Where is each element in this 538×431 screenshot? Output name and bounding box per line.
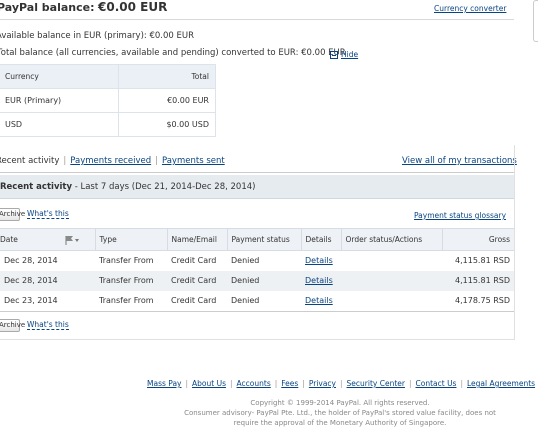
tx-type: Transfer From	[99, 296, 154, 305]
footer-link-about-us[interactable]: About Us	[192, 379, 226, 388]
tx-actions	[341, 270, 442, 291]
balance-label: PayPal balance:	[0, 1, 95, 14]
column-header-gross: Gross	[442, 228, 514, 251]
currency-total: $0.00 USD	[118, 112, 216, 137]
recent-activity-title: Recent activity	[0, 182, 72, 192]
recent-activity-bar: Recent activity - Last 7 days (Dec 21, 2…	[0, 175, 514, 199]
footer-link-mass-pay[interactable]: Mass Pay	[147, 379, 182, 388]
column-header-order-status: Order status/Actions	[341, 228, 443, 251]
available-balance: Available balance in EUR (primary): €0.0…	[0, 31, 194, 41]
column-header-type: Type	[95, 228, 168, 251]
tx-type: Transfer From	[99, 256, 154, 266]
table-row: EUR (Primary) €0.00 EUR	[0, 88, 216, 113]
transactions-table-header: Date Type Name/Email Payment status Deta…	[0, 228, 514, 251]
balance-amount: €0.00 EUR	[98, 0, 168, 14]
divider	[0, 172, 514, 173]
payment-status-glossary-link[interactable]: Payment status glossary	[414, 211, 506, 220]
tx-details-link[interactable]: Details	[305, 296, 333, 305]
archive-button[interactable]: Archive	[0, 208, 25, 221]
column-header-name: Name/Email	[167, 228, 228, 251]
column-header-payment-status: Payment status	[227, 228, 302, 251]
side-panel-edge	[533, 0, 538, 42]
whats-this-link-bottom[interactable]: What's this	[27, 320, 69, 330]
minus-box-icon	[330, 50, 338, 59]
column-header-details: Details	[301, 228, 342, 251]
tab-payments-received[interactable]: Payments received	[70, 156, 151, 166]
footer-link-accounts[interactable]: Accounts	[237, 379, 271, 388]
view-all-transactions-link[interactable]: View all of my transactions	[402, 156, 517, 166]
footer-link-privacy[interactable]: Privacy	[309, 379, 336, 388]
tx-type: Transfer From	[95, 270, 167, 291]
table-row: Dec 23, 2014 Transfer From Credit Card D…	[0, 291, 514, 311]
archive-button-bottom[interactable]: Archive	[0, 319, 25, 332]
tx-date: Dec 28, 2014	[4, 256, 58, 266]
column-header-total: Total	[118, 64, 216, 89]
table-row: Dec 28, 2014 Transfer From Credit Card D…	[0, 270, 514, 291]
tx-status: Denied	[227, 270, 301, 291]
footer-link-legal-agreements[interactable]: Legal Agreements	[467, 379, 535, 388]
table-row: Dec 28, 2014 Transfer From Credit Card D…	[0, 251, 514, 271]
currency-table: Currency Total EUR (Primary) €0.00 EUR U…	[0, 64, 216, 137]
currency-converter-link[interactable]: Currency converter	[434, 4, 506, 13]
tab-recent-activity[interactable]: Recent activity	[0, 156, 59, 166]
footer-links: Mass Pay | About Us | Accounts | Fees | …	[147, 379, 536, 388]
divider	[0, 339, 514, 340]
tx-gross: 4,115.81 RSD	[442, 270, 514, 291]
tab-payments-sent[interactable]: Payments sent	[162, 156, 225, 166]
divider	[0, 19, 514, 20]
divider	[0, 311, 514, 312]
footer-link-security-center[interactable]: Security Center	[347, 379, 405, 388]
total-balance: Total balance (all currencies, available…	[0, 48, 346, 58]
tx-actions	[341, 251, 442, 271]
tx-name: Credit Card	[167, 270, 227, 291]
tx-date: Dec 23, 2014	[4, 296, 58, 305]
copyright-text: Copyright © 1999-2014 PayPal. All rights…	[250, 399, 430, 407]
transactions-table: Date Type Name/Email Payment status Deta…	[0, 228, 514, 311]
tx-status: Denied	[231, 296, 260, 305]
tx-date: Dec 28, 2014	[0, 270, 95, 291]
hide-link[interactable]: Hide	[341, 50, 358, 59]
column-header-currency: Currency	[0, 64, 120, 89]
tx-actions	[341, 291, 442, 311]
whats-this-link[interactable]: What's this	[27, 209, 69, 219]
tx-name: Credit Card	[171, 296, 217, 305]
table-row: USD $0.00 USD	[0, 112, 216, 137]
tx-status: Denied	[231, 256, 260, 266]
column-header-date[interactable]: Date	[0, 228, 96, 251]
currency-total: €0.00 EUR	[118, 88, 216, 113]
balance-header: PayPal balance: €0.00 EUR	[0, 0, 167, 14]
tx-details-link[interactable]: Details	[305, 256, 333, 265]
hide-toggle[interactable]: Hide	[330, 50, 358, 59]
currency-table-header: Currency Total	[0, 64, 216, 89]
recent-activity-range: - Last 7 days (Dec 21, 2014-Dec 28, 2014…	[72, 182, 256, 192]
currency-name: USD	[0, 112, 120, 137]
footer-link-fees[interactable]: Fees	[281, 379, 298, 388]
content-frame-edge	[514, 145, 515, 340]
currency-name: EUR (Primary)	[0, 88, 120, 113]
footer-text: Copyright © 1999-2014 PayPal. All rights…	[180, 398, 500, 428]
tx-gross: 4,115.81 RSD	[455, 256, 510, 266]
tx-gross: 4,178.75 RSD	[455, 296, 510, 305]
footer-link-contact-us[interactable]: Contact Us	[416, 379, 457, 388]
flag-filter-icon[interactable]	[64, 235, 80, 245]
tx-name: Credit Card	[171, 256, 217, 266]
tx-details-link[interactable]: Details	[305, 276, 333, 285]
consumer-advisory-text: Consumer advisory- PayPal Pte. Ltd., the…	[184, 409, 496, 427]
